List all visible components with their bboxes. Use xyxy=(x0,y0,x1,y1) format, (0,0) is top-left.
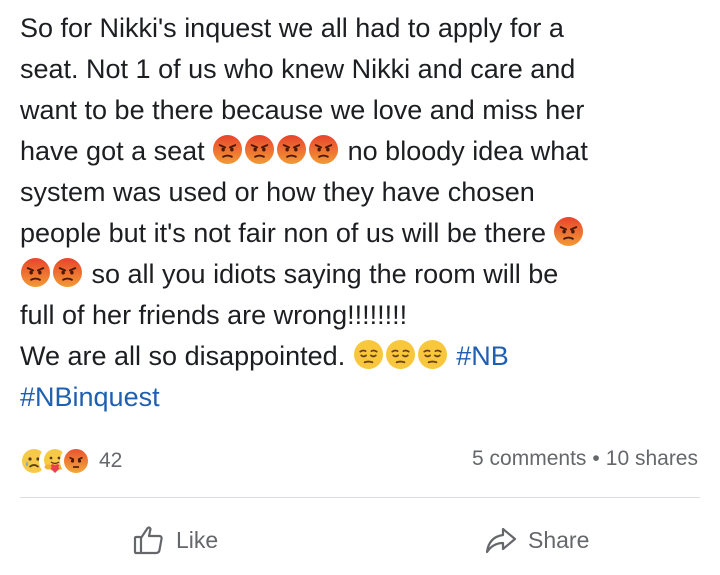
angry-face-icon xyxy=(212,134,243,165)
angry-face-icon xyxy=(308,134,339,165)
post-line: so all you idiots saying the room will b… xyxy=(20,254,710,295)
reaction-count: 42 xyxy=(99,449,123,472)
pensive-face-icon xyxy=(353,339,384,370)
angry-face-icon xyxy=(553,216,584,247)
post-line: system was used or how they have chosen xyxy=(20,172,710,213)
like-label: Like xyxy=(176,526,219,553)
share-button[interactable]: Share xyxy=(484,518,589,562)
post-text-segment: full of her friends are wrong!!!!!!!! xyxy=(20,300,408,330)
post-line: #NBinquest xyxy=(20,377,710,418)
share-arrow-icon xyxy=(485,527,517,554)
post-line: people but it's not fair non of us will … xyxy=(20,213,710,254)
hashtag-link[interactable]: #NBinquest xyxy=(20,382,160,412)
post-text-segment: people but it's not fair non of us will … xyxy=(20,218,554,248)
reactions-summary[interactable]: 42 xyxy=(20,446,122,476)
post-text-segment: no bloody idea what xyxy=(340,136,588,166)
post-text: So for Nikki's inquest we all had to app… xyxy=(20,8,710,418)
angry-face-icon xyxy=(52,257,83,288)
post-line: full of her friends are wrong!!!!!!!! xyxy=(20,295,710,336)
post-line: have got a seat no bloody idea what xyxy=(20,131,710,172)
hashtag-link[interactable]: #NB xyxy=(456,341,509,371)
post-text-segment: So for Nikki's inquest we all had to app… xyxy=(20,13,564,43)
post-stats: 5 comments • 10 shares xyxy=(472,447,698,471)
post-line: seat. Not 1 of us who knew Nikki and car… xyxy=(20,49,710,90)
thumbs-up-icon xyxy=(133,526,163,555)
post-text-segment: want to be there because we love and mis… xyxy=(20,95,585,125)
post-actions: Like Share xyxy=(0,518,720,562)
angry-face-icon xyxy=(20,257,51,288)
angry-reaction-icon xyxy=(62,447,90,475)
pensive-face-icon xyxy=(385,339,416,370)
post-text-segment: seat. Not 1 of us who knew Nikki and car… xyxy=(20,54,576,84)
stats-separator: • xyxy=(592,447,600,470)
post-text-segment: have got a seat xyxy=(20,136,213,166)
post-text-segment: We are all so disappointed. xyxy=(20,341,353,371)
pensive-face-icon xyxy=(417,339,448,370)
angry-face-icon xyxy=(244,134,275,165)
share-label: Share xyxy=(528,526,590,553)
like-button[interactable]: Like xyxy=(132,518,218,562)
post-line: We are all so disappointed. #NB xyxy=(20,336,710,377)
divider xyxy=(20,497,700,498)
angry-face-icon xyxy=(276,134,307,165)
shares-count[interactable]: 10 shares xyxy=(606,447,698,470)
post-text-segment: system was used or how they have chosen xyxy=(20,177,535,207)
post-line: want to be there because we love and mis… xyxy=(20,90,710,131)
post-text-segment: so all you idiots saying the room will b… xyxy=(84,259,559,289)
post-line: So for Nikki's inquest we all had to app… xyxy=(20,8,710,49)
comments-count[interactable]: 5 comments xyxy=(472,447,586,470)
